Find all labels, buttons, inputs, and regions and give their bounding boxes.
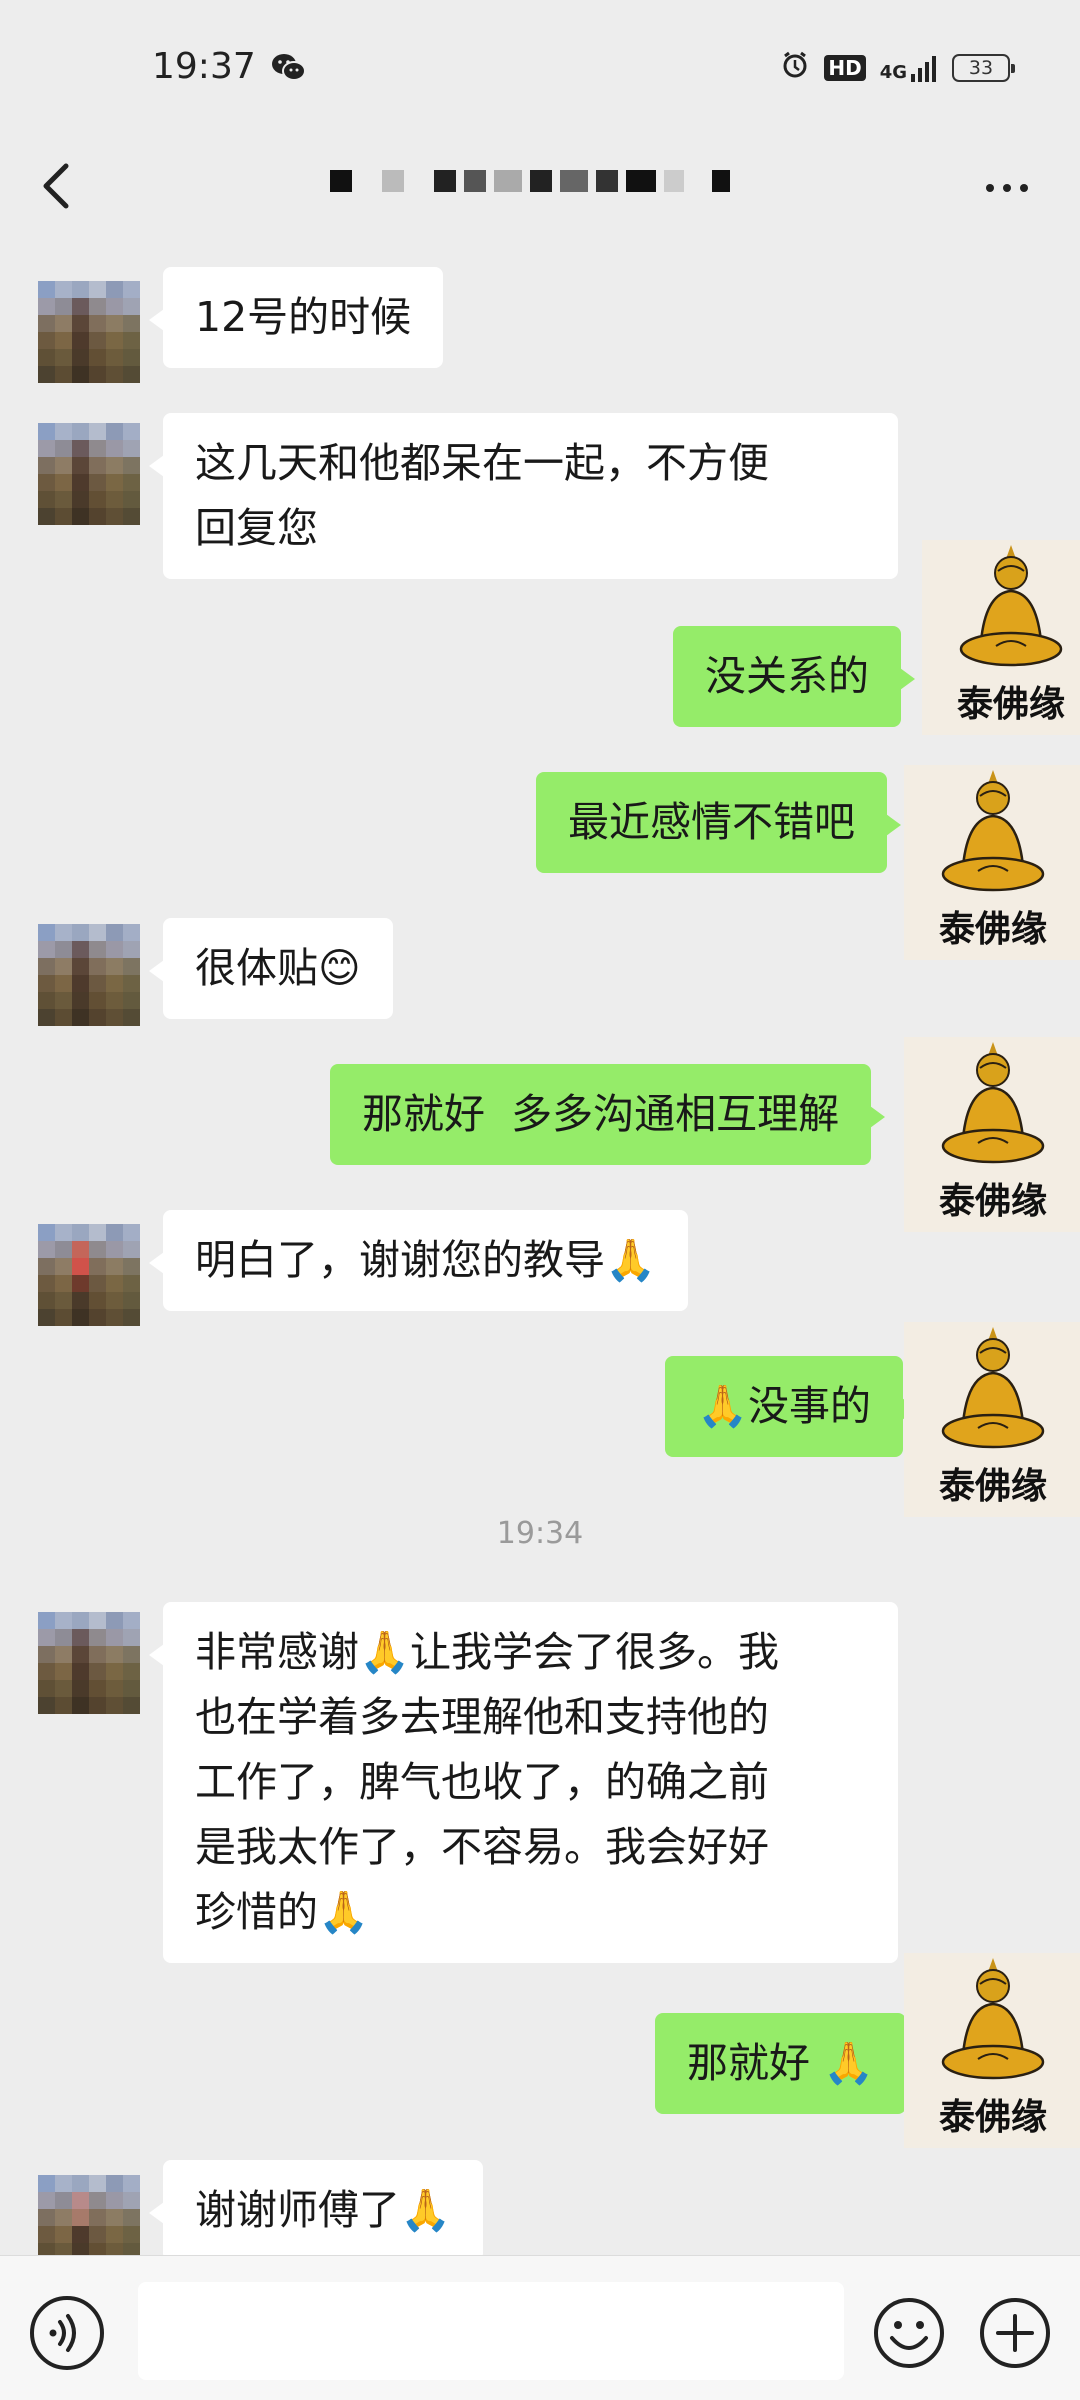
- more-dot: [1003, 184, 1011, 192]
- more-functions-button[interactable]: [978, 2296, 1052, 2370]
- message-bubble[interactable]: 明白了，谢谢您的教导🙏: [148, 1210, 689, 1311]
- signal-icon: 4G: [880, 54, 938, 82]
- more-dot: [986, 184, 994, 192]
- buddha-icon: [959, 545, 1063, 667]
- message-input[interactable]: [138, 2282, 844, 2380]
- buddha-label: 泰佛缘: [956, 684, 1065, 725]
- emoji-button[interactable]: [872, 2296, 946, 2370]
- back-chevron-icon: [43, 163, 69, 209]
- plus-icon: [980, 2298, 1050, 2368]
- buddha-label: 泰佛缘: [938, 909, 1047, 950]
- chat-messages[interactable]: 12号的时候 这几天和他都呆在一起，不方便 回复您 没关系的 泰佛缘 最近感情不…: [0, 240, 1080, 2255]
- message-bubble[interactable]: 很体贴😊: [149, 918, 393, 1019]
- my-avatar[interactable]: 泰佛缘: [904, 765, 1080, 960]
- emoji-icon: [874, 2298, 944, 2368]
- avatar[interactable]: [38, 423, 140, 525]
- avatar[interactable]: [38, 2175, 140, 2255]
- avatar[interactable]: [38, 924, 140, 1026]
- message-bubble[interactable]: 最近感情不错吧: [536, 772, 901, 873]
- network-label: 4G: [879, 62, 907, 83]
- avatar[interactable]: [38, 1224, 140, 1326]
- message-bubble[interactable]: 🙏没事的: [665, 1356, 918, 1457]
- redacted-title: [330, 160, 750, 202]
- status-indicators: HD 4G 33: [780, 50, 1015, 86]
- message-bubble[interactable]: 没关系的: [673, 626, 915, 727]
- avatar[interactable]: [38, 1612, 140, 1714]
- buddha-icon: [941, 770, 1045, 892]
- buddha-label: 泰佛缘: [938, 1466, 1047, 1507]
- buddha-label: 泰佛缘: [938, 2097, 1047, 2138]
- message-bubble[interactable]: 12号的时候: [148, 267, 444, 368]
- hd-badge: HD: [824, 55, 866, 81]
- my-avatar[interactable]: 泰佛缘: [922, 540, 1080, 735]
- my-avatar[interactable]: 泰佛缘: [904, 1322, 1080, 1517]
- status-bar: 19:37 HD 4G 33: [0, 0, 1080, 130]
- buddha-label: 泰佛缘: [938, 1181, 1047, 1222]
- alarm-icon: [780, 50, 810, 86]
- message-bubble[interactable]: 那就好 🙏: [655, 2013, 921, 2114]
- message-bubble[interactable]: 这几天和他都呆在一起，不方便 回复您: [149, 413, 898, 579]
- avatar[interactable]: [38, 281, 140, 383]
- more-button[interactable]: [972, 158, 1042, 218]
- voice-button[interactable]: [30, 2296, 104, 2370]
- wechat-icon: [270, 52, 306, 86]
- my-avatar[interactable]: 泰佛缘: [904, 1953, 1080, 2148]
- more-dot: [1020, 184, 1028, 192]
- status-time: 19:37: [152, 46, 256, 87]
- message-bubble[interactable]: 那就好 多多沟通相互理解: [330, 1064, 886, 1165]
- buddha-icon: [941, 1958, 1045, 2080]
- message-bubble[interactable]: 非常感谢🙏让我学会了很多。我 也在学着多去理解他和支持他的 工作了，脾气也收了，…: [149, 1602, 898, 1963]
- buddha-icon: [941, 1327, 1045, 1449]
- my-avatar[interactable]: 泰佛缘: [904, 1037, 1080, 1232]
- buddha-icon: [941, 1042, 1045, 1164]
- battery-indicator: 33: [952, 54, 1015, 82]
- input-bar: [0, 2255, 1080, 2400]
- voice-icon: [49, 2314, 76, 2352]
- message-timestamp: 19:34: [496, 1516, 584, 1551]
- message-bubble[interactable]: 谢谢师傅了🙏: [148, 2160, 484, 2255]
- back-button[interactable]: [30, 150, 90, 220]
